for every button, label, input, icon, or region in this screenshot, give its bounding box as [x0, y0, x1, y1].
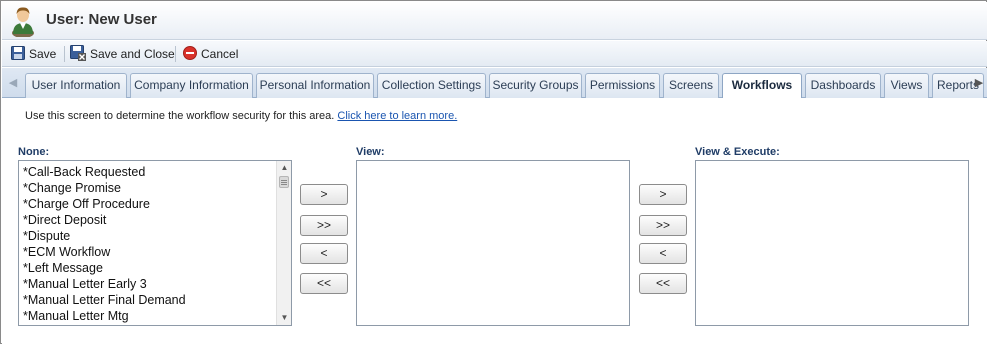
- scroll-thumb[interactable]: [279, 176, 289, 188]
- tab-workflows[interactable]: Workflows: [722, 73, 802, 99]
- user-icon: [11, 5, 35, 38]
- none-listbox[interactable]: *Call-Back Requested *Change Promise *Char…: [18, 160, 292, 326]
- toolbar-separator: [64, 46, 65, 62]
- scroll-up-icon[interactable]: ▲: [277, 161, 291, 175]
- save-close-icon: [70, 44, 86, 64]
- cancel-label: Cancel: [201, 47, 239, 61]
- move-left-to-none-button[interactable]: <: [300, 243, 348, 264]
- cancel-button[interactable]: Cancel: [183, 45, 238, 63]
- save-close-label: Save and Close: [90, 47, 175, 61]
- none-list-label: None:: [18, 146, 50, 158]
- save-and-close-button[interactable]: Save and Close: [70, 44, 175, 64]
- list-item[interactable]: *Charge Off Procedure: [23, 196, 273, 212]
- tab-scroll-left-icon[interactable]: ◀: [6, 76, 20, 90]
- view-execute-listbox[interactable]: [695, 160, 969, 326]
- view-execute-list-label: View & Execute:: [695, 146, 780, 158]
- move-all-right-to-execute-button[interactable]: >>: [639, 215, 687, 236]
- list-item[interactable]: *Direct Deposit: [23, 212, 273, 228]
- move-all-left-to-none-button[interactable]: <<: [300, 273, 348, 294]
- tab-dashboards[interactable]: Dashboards: [805, 73, 881, 98]
- save-icon: [11, 45, 25, 63]
- workflows-panel: Use this screen to determine the workflo…: [2, 98, 987, 344]
- tab-collection-settings[interactable]: Collection Settings: [377, 73, 486, 98]
- tab-company-information[interactable]: Company Information: [130, 73, 253, 98]
- tab-permissions[interactable]: Permissions: [585, 73, 660, 98]
- tab-user-information[interactable]: User Information: [25, 73, 127, 98]
- tab-screens[interactable]: Screens: [663, 73, 719, 98]
- move-all-right-to-view-button[interactable]: >>: [300, 215, 348, 236]
- user-window: User: New User Save Save and Close Cance…: [0, 0, 987, 344]
- cancel-icon: [183, 45, 197, 63]
- list-item[interactable]: *Change Promise: [23, 180, 273, 196]
- window-title: User: New User: [46, 11, 157, 28]
- save-button[interactable]: Save: [11, 45, 56, 63]
- list-item[interactable]: *ECM Workflow: [23, 244, 273, 260]
- tab-personal-information[interactable]: Personal Information: [256, 73, 374, 98]
- move-right-to-execute-button[interactable]: >: [639, 184, 687, 205]
- list-item[interactable]: *Dispute: [23, 228, 273, 244]
- none-list-scrollbar[interactable]: ▲ ▼: [276, 161, 291, 325]
- list-item[interactable]: *Manual Letter Final Demand: [23, 292, 273, 308]
- tab-strip: ◀ User Information Company Information P…: [2, 68, 987, 99]
- scroll-down-icon[interactable]: ▼: [277, 311, 291, 325]
- tab-security-groups[interactable]: Security Groups: [489, 73, 582, 98]
- move-right-to-view-button[interactable]: >: [300, 184, 348, 205]
- info-text-line: Use this screen to determine the workflo…: [25, 110, 457, 122]
- tab-views[interactable]: Views: [884, 73, 929, 98]
- list-item[interactable]: *Call-Back Requested: [23, 164, 273, 180]
- tab-scroll-right-icon[interactable]: ▶: [972, 74, 986, 92]
- learn-more-link[interactable]: Click here to learn more.: [337, 110, 457, 122]
- toolbar-separator: [175, 46, 176, 62]
- info-text: Use this screen to determine the workflo…: [25, 110, 335, 122]
- none-list-items: *Call-Back Requested *Change Promise *Char…: [23, 164, 273, 324]
- list-item[interactable]: *Manual Letter Early 3: [23, 276, 273, 292]
- view-listbox[interactable]: [356, 160, 630, 326]
- save-label: Save: [29, 47, 57, 61]
- list-item[interactable]: *Left Message: [23, 260, 273, 276]
- list-item[interactable]: *Manual Letter Mtg: [23, 308, 273, 324]
- title-bar: User: New User: [2, 2, 987, 40]
- view-list-label: View:: [356, 146, 385, 158]
- move-all-left-to-view-button[interactable]: <<: [639, 273, 687, 294]
- move-left-to-view-button[interactable]: <: [639, 243, 687, 264]
- toolbar: Save Save and Close Cancel: [2, 41, 987, 67]
